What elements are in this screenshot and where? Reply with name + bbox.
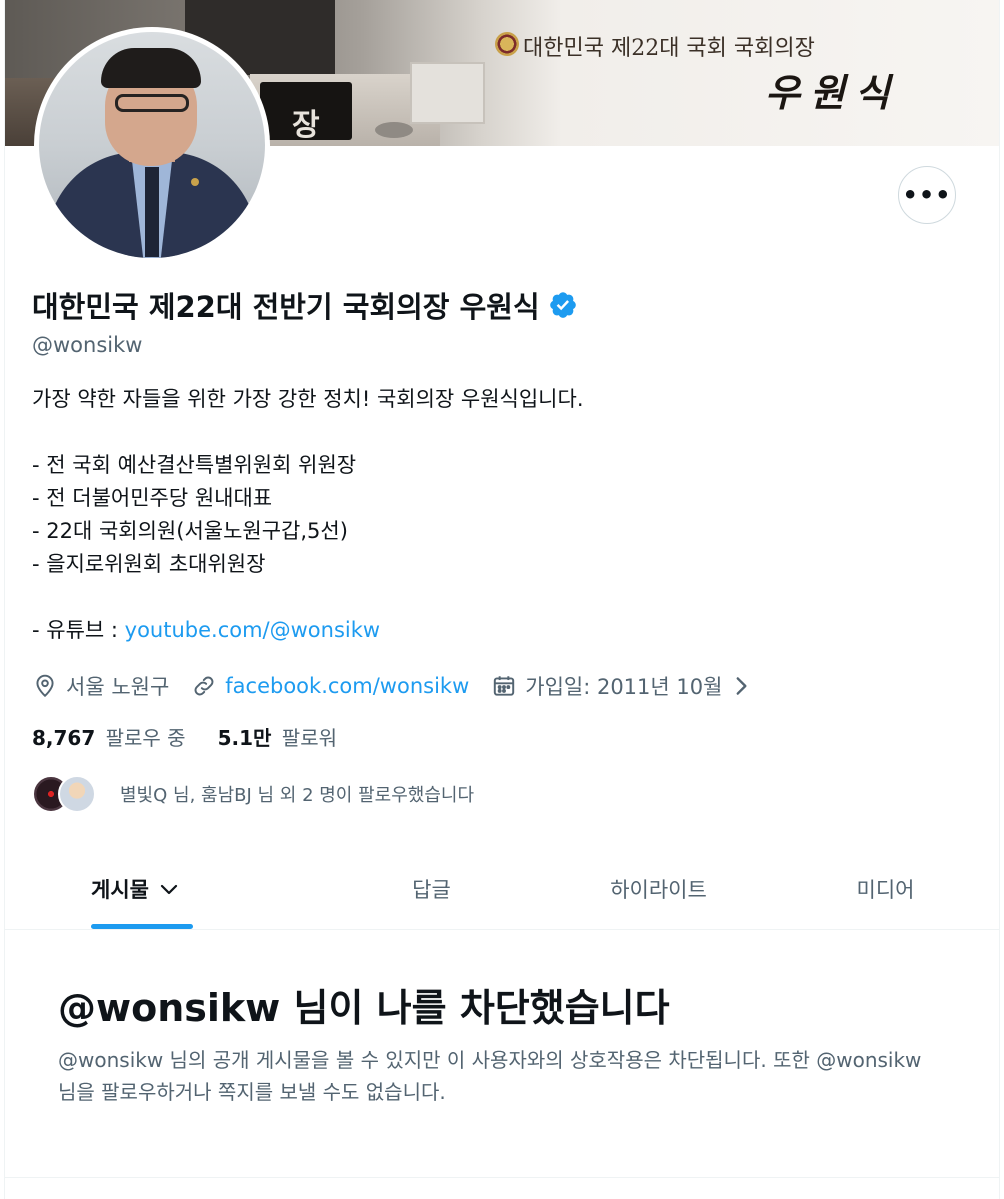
active-tab-indicator [91, 924, 193, 929]
profile-joined[interactable]: 가입일: 2011년 10월 [491, 671, 762, 701]
profile-tabs: 게시물 답글 하이라이트 미디어 [5, 848, 999, 930]
blocked-notice: @wonsikw 님이 나를 차단했습니다 @wonsikw 님의 공개 게시물… [58, 980, 938, 1108]
verified-badge-icon[interactable] [548, 290, 578, 320]
bio-spacer [32, 416, 962, 449]
more-options-icon: ••• [902, 181, 952, 209]
divider [5, 1177, 999, 1178]
bio-line: - 을지로위원회 초대위원장 [32, 552, 266, 576]
tab-highlights[interactable]: 하이라이트 [545, 848, 772, 929]
profile-display-name-row: 대한민국 제22대 전반기 국회의장 우원식 [32, 284, 578, 326]
following-label: 팔로우 중 [105, 726, 186, 750]
bio-youtube-prefix: - 유튜브 : [32, 618, 125, 642]
profile-handle: @wonsikw [32, 333, 143, 357]
avatar-photo [39, 32, 265, 258]
followed-by[interactable]: 별빛Q 님, 훔남BJ 님 외 2 명이 팔로우했습니다 [32, 775, 474, 813]
profile-avatar[interactable] [34, 27, 270, 263]
bio-intro: 가장 약한 자들을 위한 가장 강한 정치! 국회의장 우원식입니다. [32, 387, 584, 411]
bio-line: - 전 더불어민주당 원내대표 [32, 486, 273, 510]
calendar-icon [494, 676, 515, 696]
more-options-button[interactable]: ••• [898, 166, 956, 224]
blocked-description: @wonsikw 님의 공개 게시물을 볼 수 있지만 이 사용자와의 상호작용… [58, 1048, 922, 1104]
joined-text: 가입일: 2011년 10월 [525, 675, 723, 699]
followers-count: 5.1만 [217, 726, 272, 750]
avatar-hair [101, 48, 201, 88]
tab-replies-label: 답글 [412, 877, 451, 902]
tab-posts-label: 게시물 [91, 877, 149, 902]
banner-microphone [375, 122, 413, 138]
followers-stat[interactable]: 5.1만 팔로워 [218, 722, 337, 751]
banner-monitor [410, 62, 485, 124]
profile-location: 서울 노원구 [32, 671, 169, 701]
bio-youtube-line: - 유튜브 : youtube.com/@wonsikw [32, 614, 962, 647]
banner-nameplate-text: 장 [292, 108, 320, 143]
bio-spacer [32, 581, 962, 614]
bio-line: - 전 국회 예산결산특별위원회 위원장 [32, 453, 357, 477]
assembly-emblem-icon [495, 32, 519, 56]
tab-media[interactable]: 미디어 [772, 848, 999, 929]
profile-display-name: 대한민국 제22대 전반기 국회의장 우원식 [32, 290, 540, 324]
profile-website[interactable]: facebook.com/wonsikw [191, 673, 469, 699]
blocked-title: @wonsikw 님이 나를 차단했습니다 [58, 986, 670, 1030]
tab-highlights-label: 하이라이트 [610, 877, 707, 902]
banner-title: 대한민국 제22대 국회 국회의장 [523, 36, 815, 61]
link-icon [194, 676, 214, 696]
banner-signature: 우원식 [765, 70, 900, 115]
following-count: 8,767 [32, 726, 96, 750]
avatar-glasses [115, 94, 189, 112]
location-pin-icon [36, 674, 54, 698]
follower-avatar [58, 775, 96, 813]
chevron-right-icon [737, 677, 747, 695]
tab-media-label: 미디어 [856, 877, 915, 902]
avatar-lapel-pin [191, 178, 199, 186]
website-link[interactable]: facebook.com/wonsikw [225, 674, 469, 698]
profile-stats: 8,767 팔로우 중 5.1만 팔로워 [32, 722, 337, 751]
avatar-tie [145, 167, 159, 257]
tab-posts[interactable]: 게시물 [5, 848, 318, 929]
followers-label: 팔로워 [281, 726, 337, 750]
profile-meta: 서울 노원구 facebook.com/wonsikw 가입일: 2011년 1… [32, 668, 784, 704]
followed-by-text: 별빛Q 님, 훔남BJ 님 외 2 명이 팔로우했습니다 [120, 785, 475, 806]
location-text: 서울 노원구 [66, 675, 170, 699]
following-stat[interactable]: 8,767 팔로우 중 [32, 722, 186, 751]
profile-bio: 가장 약한 자들을 위한 가장 강한 정치! 국회의장 우원식입니다. - 전 … [32, 383, 962, 647]
youtube-link[interactable]: youtube.com/@wonsikw [125, 618, 380, 642]
bio-line: - 22대 국회의원(서울노원구갑,5선) [32, 519, 348, 543]
chevron-down-icon[interactable] [157, 877, 181, 901]
tab-replies[interactable]: 답글 [318, 848, 545, 929]
